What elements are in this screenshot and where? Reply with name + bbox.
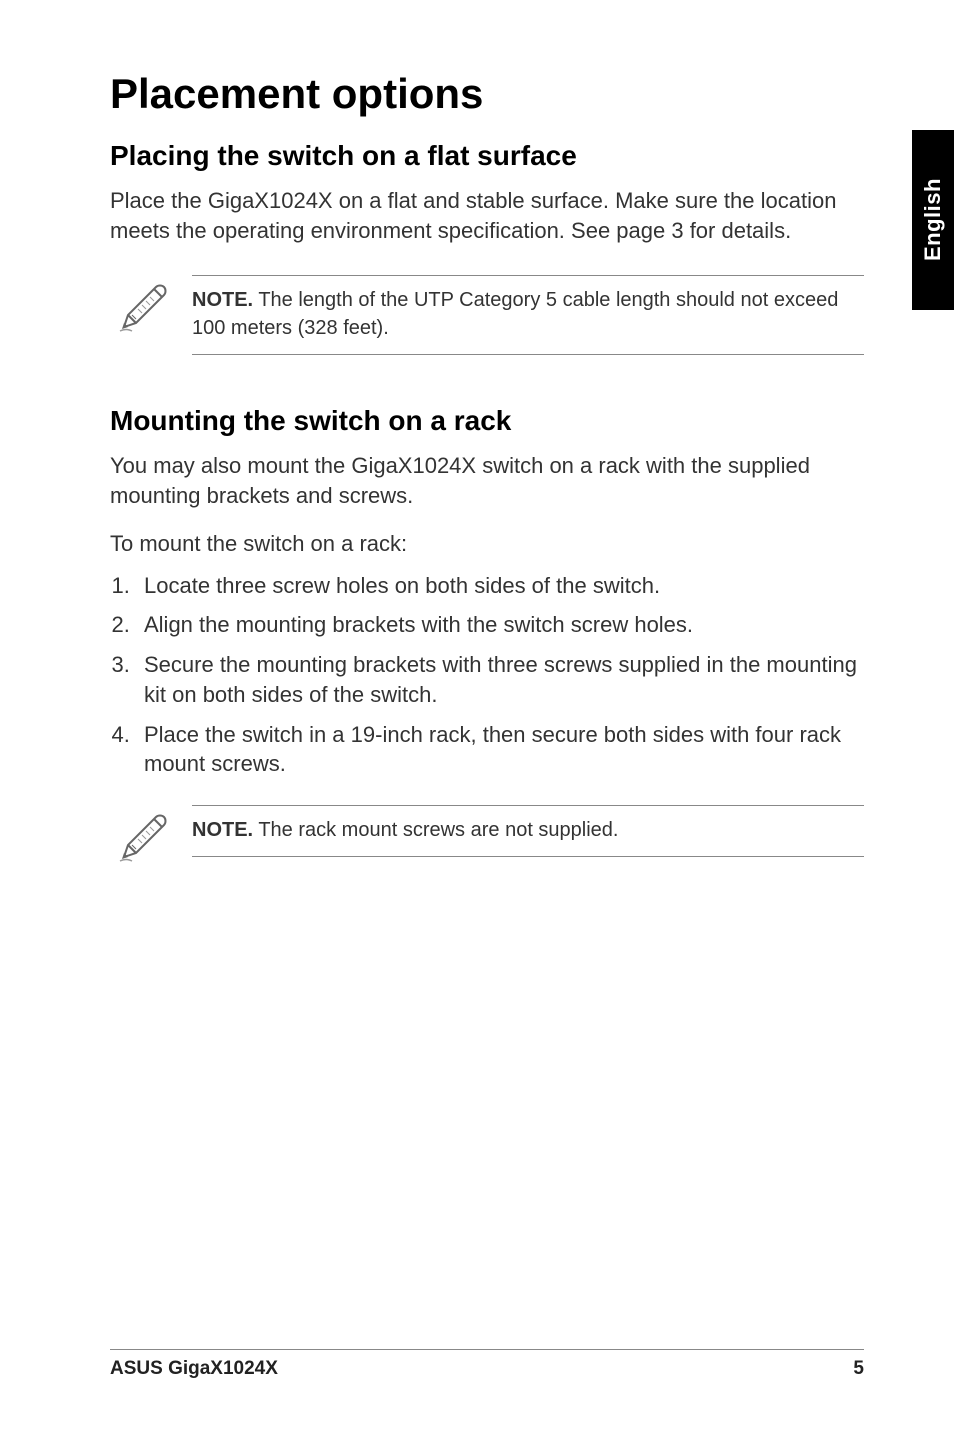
pencil-icon <box>118 811 170 868</box>
steps-list: Locate three screw holes on both sides o… <box>110 571 864 779</box>
list-item: Place the switch in a 19-inch rack, then… <box>136 720 864 779</box>
page-footer: ASUS GigaX1024X 5 <box>110 1349 864 1380</box>
note-text-2: NOTE. The rack mount screws are not supp… <box>192 805 864 857</box>
page-content: Placement options Placing the switch on … <box>0 0 954 1438</box>
list-item: Secure the mounting brackets with three … <box>136 650 864 709</box>
section-heading-rack: Mounting the switch on a rack <box>110 405 864 437</box>
section2-paragraph: You may also mount the GigaX1024X switch… <box>110 451 864 510</box>
section2-leadin: To mount the switch on a rack: <box>110 531 864 557</box>
list-item: Align the mounting brackets with the swi… <box>136 610 864 640</box>
note-label-1: NOTE. <box>192 289 253 311</box>
note-body-2: The rack mount screws are not supplied. <box>253 819 618 841</box>
note-text-1: NOTE. The length of the UTP Category 5 c… <box>192 275 864 355</box>
footer-left: ASUS GigaX1024X <box>110 1358 278 1380</box>
list-item: Locate three screw holes on both sides o… <box>136 571 864 601</box>
section-heading-flat-surface: Placing the switch on a flat surface <box>110 140 864 172</box>
footer-page-number: 5 <box>853 1358 864 1380</box>
note-body-1: The length of the UTP Category 5 cable l… <box>192 289 838 339</box>
section1-paragraph: Place the GigaX1024X on a flat and stabl… <box>110 186 864 245</box>
pencil-icon <box>118 281 170 338</box>
note-block-1: NOTE. The length of the UTP Category 5 c… <box>118 275 864 355</box>
note-label-2: NOTE. <box>192 819 253 841</box>
note-block-2: NOTE. The rack mount screws are not supp… <box>118 805 864 868</box>
page-title: Placement options <box>110 70 864 118</box>
